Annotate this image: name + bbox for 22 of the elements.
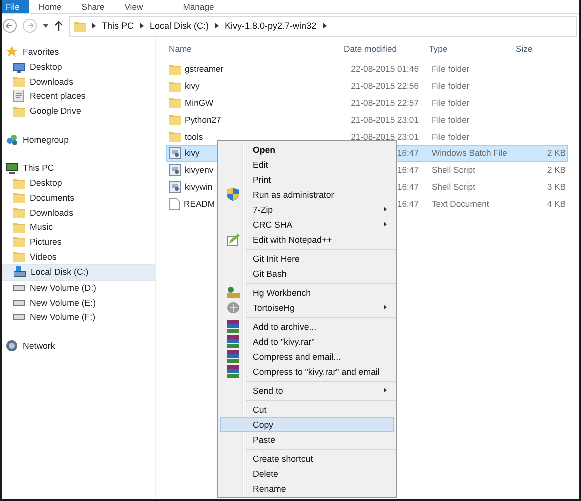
type-cell-text: Text Document <box>432 198 490 209</box>
date-cell-text: 16:47 <box>396 148 419 158</box>
type-cell-text: File folder <box>432 64 471 74</box>
date-cell-text: 16:47 <box>396 182 419 192</box>
size-cell-text: 2 KB <box>546 148 566 158</box>
type-cell-text: File folder <box>432 132 471 142</box>
date-cell-text: 21-08-2015 23:01 <box>350 114 419 125</box>
date-cell-text: 16:47 <box>396 198 419 209</box>
type-cell-text: File folder <box>432 81 471 92</box>
type-cell-text: Windows Batch File <box>432 148 508 158</box>
date-cell-text: 16:47 <box>396 165 419 176</box>
date-cell-text: 21-08-2015 22:57 <box>350 98 419 108</box>
date-cell-text: 21-08-2015 22:56 <box>350 81 419 92</box>
size-cell-text: 2 KB <box>546 165 566 176</box>
date-cell-text: 21-08-2015 23:01 <box>350 132 419 142</box>
size-cell-text: 4 KB <box>546 198 566 209</box>
type-cell-text: File folder <box>432 98 471 108</box>
date-cell-text: 22-08-2015 01:46 <box>350 64 419 74</box>
type-cell-text: File folder <box>432 114 471 125</box>
size-cell-text: 3 KB <box>546 182 566 192</box>
type-cell-text: Shell Script <box>432 165 476 176</box>
type-cell-text: Shell Script <box>432 182 476 192</box>
